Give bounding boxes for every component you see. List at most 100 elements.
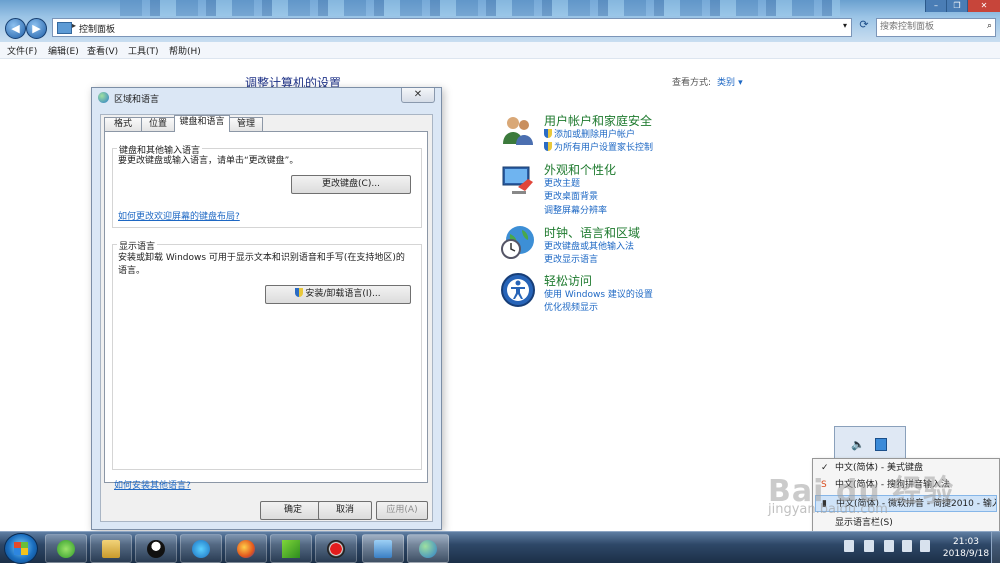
back-button[interactable]: ◀ [5,18,26,39]
address-dropdown-icon[interactable]: ▾ [843,21,847,30]
taskbar-app-explorer[interactable] [90,534,132,563]
tray-ime-icon[interactable] [844,540,854,552]
start-button[interactable] [4,533,38,564]
menu-file[interactable]: 文件(F) [7,44,37,57]
tray-battery-icon[interactable] [920,540,930,552]
link-optimize-display[interactable]: 优化视频显示 [544,300,598,313]
tray-volume-icon[interactable] [902,540,912,552]
keyboards-group: 键盘和其他输入语言 要更改键盘或输入语言，请单击“更改键盘”。 更改键盘(C).… [112,143,422,228]
link-change-display-language[interactable]: 更改显示语言 [544,252,598,265]
window-controls: – ❐ ✕ [925,0,1000,12]
menu-edit[interactable]: 编辑(E) [48,44,79,57]
display-language-group-label: 显示语言 [117,239,158,252]
address-bar[interactable]: ▸ 控制面板 ▾ [52,18,852,37]
install-other-languages-link[interactable]: 如何安装其他语言? [114,478,191,491]
back-arrow-icon: ◀ [11,22,20,35]
volume-icon[interactable]: 🔈 [851,438,865,451]
search-box[interactable]: ⌕ [876,18,996,37]
ok-button[interactable]: 确定 [260,501,326,520]
taskbar-app-360[interactable] [45,534,87,563]
link-add-remove-accounts[interactable]: 添加或删除用户帐户 [544,127,635,140]
taskbar: 21:03 2018/9/18 [0,531,1000,564]
taskbar-app-control-panel[interactable] [362,534,404,563]
link-screen-resolution[interactable]: 调整屏幕分辨率 [544,203,607,216]
install-uninstall-languages-button[interactable]: 安装/卸载语言(I)... [265,285,411,304]
chevron-down-icon[interactable]: ▾ [738,78,743,88]
refresh-button[interactable]: ⟳ [856,18,872,35]
taskbar-app-video[interactable] [180,534,222,563]
menu-view[interactable]: 查看(V) [87,44,118,57]
users-icon [503,117,533,145]
folder-icon [102,540,120,558]
display-language-description: 安装或卸载 Windows 可用于显示文本和识别语音和手写(在支持地区)的语言。 [118,253,405,276]
keyboards-description: 要更改键盘或输入语言，请单击“更改键盘”。 [118,156,299,166]
globe-icon [419,540,437,558]
tab-keyboards-languages[interactable]: 键盘和语言 [174,115,230,132]
qq-penguin-icon [147,540,165,558]
xunlei-icon [282,540,300,558]
view-by-label: 查看方式: [672,78,712,88]
appearance-icon [502,166,533,194]
desktop-icons-strip [120,0,840,16]
menu-help[interactable]: 帮助(H) [169,44,201,57]
system-tray [838,534,938,561]
link-text[interactable]: 为所有用户设置家长控制 [554,143,653,153]
link-recommended-settings[interactable]: 使用 Windows 建议的设置 [544,287,653,300]
install-languages-label: 安装/卸载语言(I)... [305,289,381,299]
tab-location[interactable]: 位置 [141,117,175,131]
maximize-button[interactable]: ❐ [946,0,967,12]
taskbar-app-firefox[interactable] [225,534,267,563]
search-input[interactable] [877,19,983,34]
link-text[interactable]: 添加或删除用户帐户 [554,130,635,140]
link-parental-controls[interactable]: 为所有用户设置家长控制 [544,140,653,153]
view-by-dropdown[interactable]: 类别 [717,78,735,88]
tab-panel-keyboards-languages: 键盘和其他输入语言 要更改键盘或输入语言，请单击“更改键盘”。 更改键盘(C).… [104,131,428,483]
cancel-button[interactable]: 取消 [318,501,372,520]
globe-icon [98,92,109,103]
tray-overflow-flyout: 🔈 [834,426,906,460]
breadcrumb-control-panel[interactable]: 控制面板 [79,22,115,35]
taskbar-app-xunlei[interactable] [270,534,312,563]
menu-tools[interactable]: 工具(T) [128,44,159,57]
minimize-button[interactable]: – [925,0,946,12]
link-change-theme[interactable]: 更改主题 [544,176,580,189]
menu-item-show-language-bar[interactable]: 显示语言栏(S) [815,515,997,532]
taskbar-app-qq[interactable] [135,534,177,563]
change-keyboards-button[interactable]: 更改键盘(C)... [291,175,411,194]
apply-button[interactable]: 应用(A) [376,501,428,520]
baidu-watermark-url: jingyan.baidu.com [768,502,888,517]
breadcrumb-arrow-icon[interactable]: ▸ [72,21,76,30]
tab-administrative[interactable]: 管理 [229,117,263,131]
display-language-group: 显示语言 安装或卸载 Windows 可用于显示文本和识别语音和手写(在支持地区… [112,239,422,470]
clock-time: 21:03 [953,537,979,547]
taskbar-app-recorder[interactable] [315,534,357,563]
taskbar-app-region-language[interactable] [407,534,449,563]
welcome-screen-keyboard-link[interactable]: 如何更改欢迎屏幕的键盘布局? [118,209,240,222]
taskbar-clock[interactable]: 21:03 2018/9/18 [940,536,992,560]
window-header: ◀ ▶ ▸ 控制面板 ▾ ⟳ ⌕ – ❐ ✕ [0,0,1000,42]
close-window-button[interactable]: ✕ [967,0,1000,12]
link-change-keyboard[interactable]: 更改键盘或其他输入法 [544,239,634,252]
show-desktop-button[interactable] [991,532,1000,563]
film-reel-icon [192,540,210,558]
link-change-background[interactable]: 更改桌面背景 [544,189,598,202]
forward-button[interactable]: ▶ [26,18,47,39]
control-panel-icon [374,540,392,558]
tray-flag-icon[interactable] [864,540,874,552]
menu-bar: 文件(F) 编辑(E) 查看(V) 工具(T) 帮助(H) [0,42,1000,59]
tray-network-icon[interactable] [884,540,894,552]
control-panel-icon [57,22,72,34]
record-icon [327,540,345,558]
region-language-dialog: 区域和语言 ✕ 格式 位置 键盘和语言 管理 键盘和其他输入语言 要更改键盘或输… [91,87,442,530]
search-icon[interactable]: ⌕ [987,21,992,31]
input-method-icon[interactable] [875,438,887,451]
shield-icon [544,129,552,138]
view-by: 查看方式: 类别 ▾ [672,75,743,88]
dialog-close-button[interactable]: ✕ [401,88,435,103]
windows-logo-icon [14,542,28,555]
refresh-icon: ⟳ [859,18,869,31]
tab-formats[interactable]: 格式 [104,117,142,131]
ease-of-access-icon [501,273,535,307]
shield-icon [544,142,552,151]
forward-arrow-icon: ▶ [32,22,41,35]
